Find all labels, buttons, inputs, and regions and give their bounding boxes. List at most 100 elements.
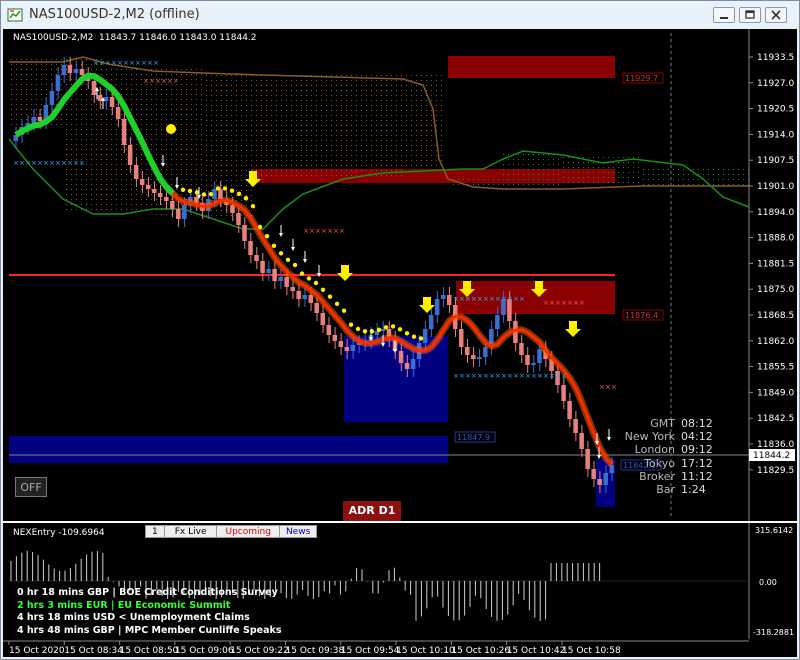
svg-text:×: × [465, 372, 471, 380]
session-name: Bar [656, 482, 675, 496]
svg-text:×: × [561, 372, 567, 380]
svg-text:×: × [519, 372, 525, 380]
session-name: Tokyo [644, 456, 675, 470]
price-tick-label: 11888.0 [757, 234, 794, 244]
news-item[interactable]: 0 hr 18 mins GBP | BOE Credit Conditions… [17, 587, 281, 600]
session-name: Broker [639, 469, 675, 483]
svg-text:×: × [167, 77, 173, 85]
restore-button[interactable] [739, 7, 761, 23]
svg-text:×: × [459, 295, 465, 303]
svg-text:×: × [573, 299, 579, 307]
time-tick-label: 15 Oct 09:54 [341, 646, 400, 656]
indicator-label: NEXEntry -109.6964 [13, 528, 105, 538]
title-bar[interactable]: NAS100USD-2,M2 (offline) [1, 1, 799, 29]
price-tick-label: 11868.5 [757, 311, 794, 321]
session-time: 11:12 [681, 469, 713, 483]
time-tick-label: 15 Oct 10:42 [507, 646, 566, 656]
sub-axis-top: 315.6142 [755, 526, 793, 535]
trend-dots [166, 124, 424, 341]
off-button[interactable]: OFF [15, 477, 47, 497]
window-title: NAS100USD-2,M2 (offline) [29, 7, 200, 22]
svg-text:×: × [111, 59, 117, 67]
session-time: 17:12 [681, 456, 713, 470]
session-row: London 09:12 [597, 443, 727, 456]
svg-text:×: × [555, 299, 561, 307]
svg-text:×: × [567, 299, 573, 307]
svg-text:×: × [93, 59, 99, 67]
supply-demand-zones [9, 56, 615, 507]
minimize-icon [720, 17, 728, 19]
svg-text:×: × [79, 159, 85, 167]
svg-text:×: × [315, 227, 321, 235]
svg-text:×: × [477, 295, 483, 303]
session-time: 04:12 [681, 430, 713, 444]
svg-text:×: × [129, 59, 135, 67]
svg-text:×: × [155, 77, 161, 85]
x-markers: × × × × × × × × × × ×× × × × × × × × × × × ×× × × × × × × × × × × ×× × × × ×… [13, 59, 617, 391]
svg-text:×: × [507, 295, 513, 303]
session-clock: GMT 08:12 New York 04:12 London 09:12 Tokyo 17:… [597, 417, 727, 496]
tab-news[interactable]: News [278, 525, 318, 538]
svg-text:×: × [513, 372, 519, 380]
close-icon [771, 10, 781, 20]
svg-text:×: × [19, 159, 25, 167]
svg-text:×: × [555, 372, 561, 380]
tab-number[interactable]: 1 [145, 525, 165, 538]
svg-text:×: × [309, 227, 315, 235]
close-button[interactable] [765, 7, 787, 23]
symbol-header: NAS100USD-2,M2 11843.7 11846.0 11843.0 1… [13, 33, 257, 43]
price-tick-label: 11933.5 [757, 53, 794, 63]
level-label-1: 11929.7 [625, 74, 658, 83]
svg-text:×: × [453, 295, 459, 303]
svg-text:×: × [13, 159, 19, 167]
minimize-button[interactable] [713, 7, 735, 23]
svg-text:×: × [507, 372, 513, 380]
svg-text:×: × [483, 295, 489, 303]
price-tick-label: 11920.5 [757, 105, 794, 115]
price-tick-label: 11894.0 [757, 208, 794, 218]
session-row: Bar 1:24 [597, 483, 727, 496]
svg-text:×: × [173, 77, 179, 85]
svg-text:×: × [519, 295, 525, 303]
price-axis: 11933.5 11927.0 11920.5 11914.0 11907.5 11901… [749, 53, 794, 476]
svg-text:×: × [49, 159, 55, 167]
svg-text:×: × [543, 299, 549, 307]
time-tick-label: 15 Oct 10:10 [396, 646, 455, 656]
news-item[interactable]: 2 hrs 3 mins EUR | EU Economic Summit [17, 600, 281, 613]
session-row: GMT 08:12 [597, 417, 727, 430]
news-item[interactable]: 4 hrs 48 mins GBP | MPC Member Cunliffe … [17, 625, 281, 638]
svg-text:×: × [471, 295, 477, 303]
level-label-2: 11876.4 [625, 311, 658, 320]
session-time: 09:12 [681, 443, 713, 457]
svg-text:×: × [513, 295, 519, 303]
price-tick-label: 11855.5 [757, 363, 794, 373]
time-tick-label: 15 Oct 09:06 [175, 646, 234, 656]
price-tick-label: 11829.5 [757, 466, 794, 476]
svg-text:×: × [123, 59, 129, 67]
price-tick-label: 11907.5 [757, 156, 794, 166]
tab-fx-live[interactable]: Fx Live [163, 525, 218, 538]
sub-axis-zero: 0.00 [759, 578, 777, 587]
current-price-value: 11844.2 [753, 451, 790, 461]
news-item[interactable]: 4 hrs 18 mins USD < Unemployment Claims [17, 612, 281, 625]
sell-signal-arrow-icon [565, 321, 581, 337]
session-time: 1:24 [681, 482, 706, 496]
svg-text:×: × [339, 227, 345, 235]
svg-text:×: × [61, 159, 67, 167]
time-tick-label: 15 Oct 10:26 [451, 646, 510, 656]
svg-text:×: × [561, 299, 567, 307]
sell-signal-arrow-icon [419, 297, 435, 313]
chart-area[interactable]: × × × × × × × × × × × × × × × × × × × × × × × × × × × × × × × × × × × × × × × ×… [3, 29, 797, 657]
svg-text:×: × [459, 372, 465, 380]
chart-canvas[interactable]: × × × × × × × × × × ×× × × × × × × × × × × ×× × × × × × × × × × × ×× × × × ×… [3, 29, 797, 657]
svg-text:×: × [321, 227, 327, 235]
time-tick-label: 15 Oct 2020 [9, 646, 65, 656]
svg-text:×: × [105, 59, 111, 67]
adr-badge[interactable]: ADR D1 [343, 501, 401, 521]
svg-text:×: × [501, 295, 507, 303]
current-price-tag: 11844.2 [749, 449, 795, 461]
svg-text:×: × [531, 372, 537, 380]
svg-text:×: × [153, 59, 159, 67]
supply-zone-top [448, 56, 615, 78]
tab-upcoming[interactable]: Upcoming [216, 525, 280, 538]
